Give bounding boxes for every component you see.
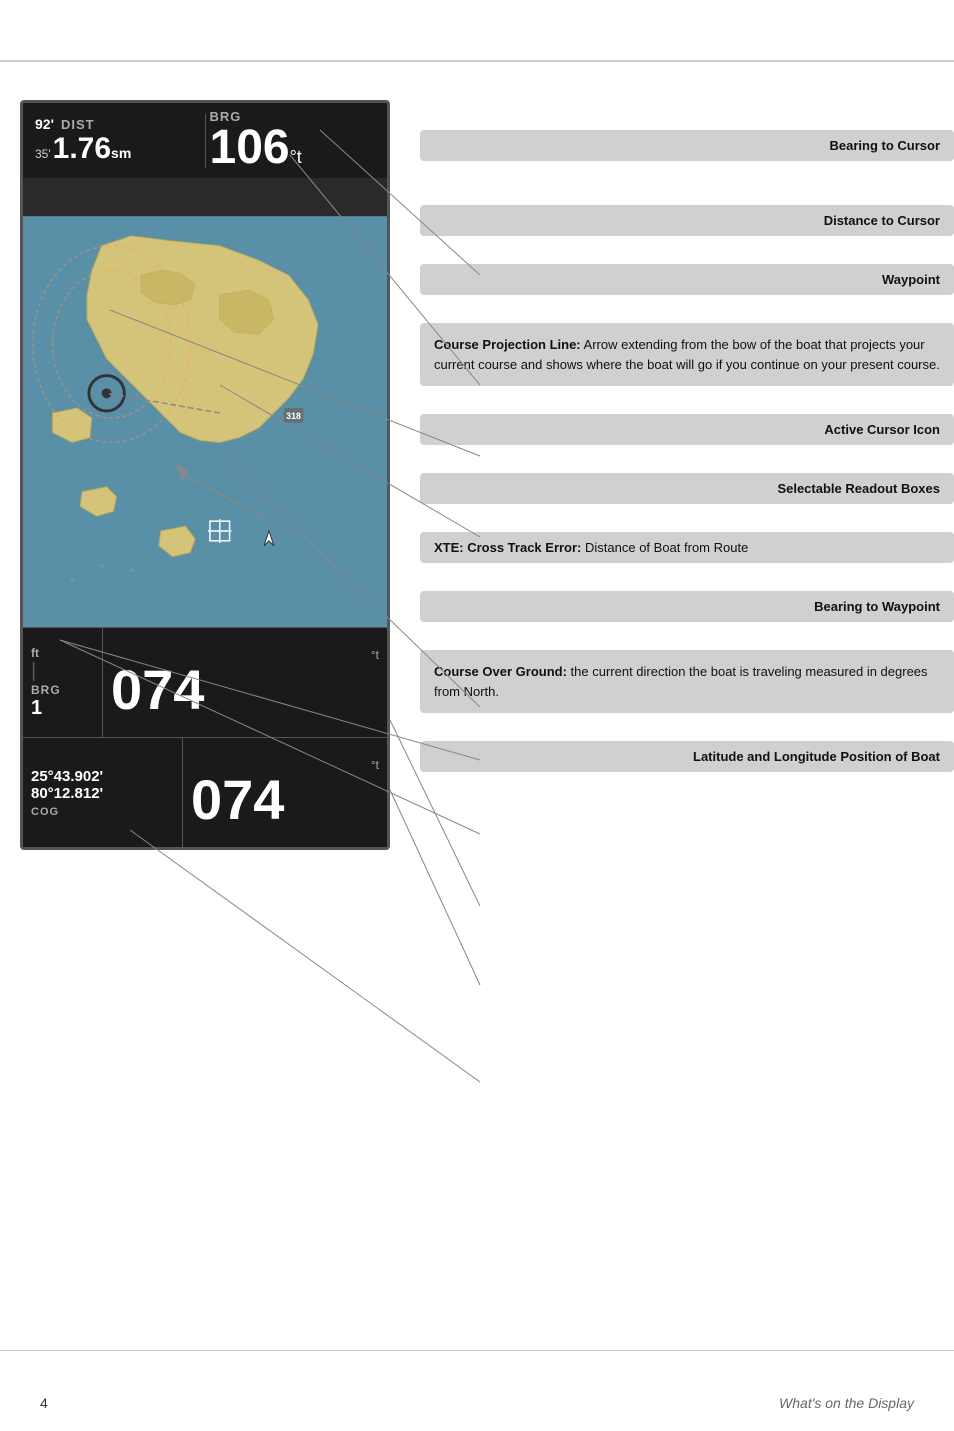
- bearing-to-cursor-text: Bearing to Cursor: [829, 138, 940, 153]
- distance-to-cursor-label: Distance to Cursor: [420, 205, 954, 236]
- cog-value: 074: [191, 772, 379, 828]
- map-svg: 318: [23, 178, 387, 702]
- brg-unit-top: °t: [290, 147, 302, 168]
- brg-unit-bottom: °t: [371, 648, 379, 662]
- spacer-9: [420, 727, 954, 741]
- xte-box: ft | BRG 1: [23, 628, 103, 737]
- bearing-to-cursor-label: Bearing to Cursor: [420, 130, 954, 161]
- distance-to-cursor-text: Distance to Cursor: [824, 213, 940, 228]
- dist-unit: sm: [111, 145, 131, 161]
- dist-value: 1.76: [53, 132, 111, 166]
- waypoint-text: Waypoint: [882, 272, 940, 287]
- brg-value-top: 106: [210, 124, 290, 172]
- map-area: 318: [23, 178, 387, 702]
- longitude: 80°12.812': [31, 785, 174, 802]
- spacer-2: [420, 250, 954, 264]
- main-content: 92' DIST 35' 1.76 sm BRG 106 °t: [0, 80, 954, 880]
- section-title: What's on the Display: [779, 1395, 914, 1411]
- dist-label: DIST: [61, 117, 95, 132]
- bottom-row-1: ft | BRG 1 °t 074: [23, 627, 387, 737]
- spacer-6: [420, 518, 954, 532]
- gps-screen: 92' DIST 35' 1.76 sm BRG 106 °t: [20, 100, 390, 850]
- spacer-4: [420, 400, 954, 414]
- xte-title: XTE: Cross Track Error:: [434, 540, 581, 555]
- xte-value: 1: [31, 697, 94, 720]
- cog-value-box: °t 074: [183, 738, 387, 847]
- course-projection-title: Course Projection Line:: [434, 337, 581, 352]
- coords-box: 25°43.902' 80°12.812' COG: [23, 738, 183, 847]
- bearing-to-waypoint-label: Bearing to Waypoint: [420, 591, 954, 622]
- cog-label: COG: [31, 806, 174, 818]
- xte-desc: Distance of Boat from Route: [585, 540, 748, 555]
- xte-divider: |: [31, 660, 94, 683]
- lat-lon-label: Latitude and Longitude Position of Boat: [420, 741, 954, 772]
- page-number: 4: [40, 1395, 48, 1411]
- selectable-readout-label: Selectable Readout Boxes: [420, 473, 954, 504]
- svg-text:318: 318: [286, 411, 301, 421]
- bearing-to-waypoint-text: Bearing to Waypoint: [814, 599, 940, 614]
- top-border: [0, 60, 954, 62]
- waypoint-label: Waypoint: [420, 264, 954, 295]
- spacer-5: [420, 459, 954, 473]
- dist-box: 92' DIST 35' 1.76 sm: [31, 114, 206, 168]
- labels-panel: Bearing to Cursor Distance to Cursor Way…: [420, 100, 954, 786]
- spacer-8: [420, 636, 954, 650]
- bottom-readout-bar: ft | BRG 1 °t 074 25°43.902' 80°12.812': [23, 627, 387, 847]
- brg-label-bottom: BRG: [31, 683, 94, 697]
- brg-value-box: °t 074: [103, 628, 387, 737]
- gps-display: 92' DIST 35' 1.76 sm BRG 106 °t: [20, 100, 410, 880]
- selectable-readout-text: Selectable Readout Boxes: [777, 481, 940, 496]
- brg-value-bottom: 074: [111, 662, 379, 718]
- active-cursor-icon-text: Active Cursor Icon: [824, 422, 940, 437]
- latitude: 25°43.902': [31, 768, 174, 785]
- xte-label: XTE: Cross Track Error: Distance of Boat…: [420, 532, 954, 563]
- xte-unit: ft: [31, 646, 94, 660]
- lat-lon-text: Latitude and Longitude Position of Boat: [693, 749, 940, 764]
- course-projection-label: Course Projection Line: Arrow extending …: [420, 323, 954, 386]
- bottom-border: [0, 1350, 954, 1351]
- spacer-3: [420, 309, 954, 323]
- course-over-ground-label: Course Over Ground: the current directio…: [420, 650, 954, 713]
- cog-unit: °t: [371, 758, 379, 772]
- bottom-row-2: 25°43.902' 80°12.812' COG °t 074: [23, 737, 387, 847]
- footer: 4 What's on the Display: [0, 1395, 954, 1411]
- spacer-7: [420, 577, 954, 591]
- active-cursor-icon-label: Active Cursor Icon: [420, 414, 954, 445]
- top-readout-bar: 92' DIST 35' 1.76 sm BRG 106 °t: [23, 103, 387, 178]
- spacer-1: [420, 175, 954, 205]
- brg-box-top: BRG 106 °t: [206, 107, 380, 174]
- cog-title: Course Over Ground:: [434, 664, 567, 679]
